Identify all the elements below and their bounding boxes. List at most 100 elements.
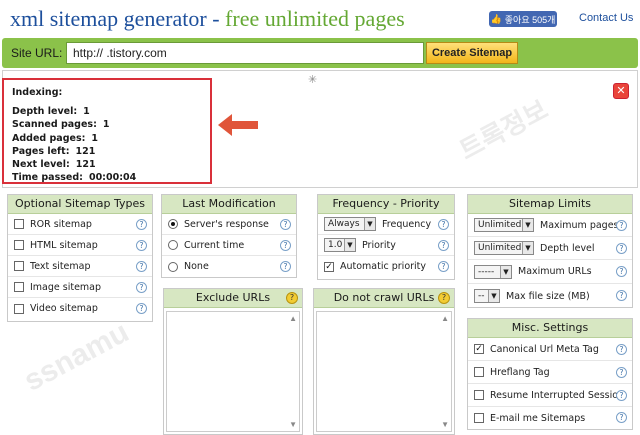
indexing-heading: Indexing:: [12, 87, 63, 98]
automatic-priority-option[interactable]: ✓ Automatic priority ?: [318, 256, 454, 277]
contact-us-link[interactable]: Contact Us: [579, 12, 633, 24]
scroll-up-icon[interactable]: ▲: [289, 314, 297, 323]
help-icon[interactable]: ?: [616, 390, 627, 401]
fb-like-count: 좋아요 505개: [504, 14, 556, 25]
help-icon[interactable]: ?: [136, 261, 147, 272]
checkbox[interactable]: [14, 303, 24, 314]
indexing-row: Scanned pages: 1: [12, 119, 110, 131]
sitemap-limits-panel: Sitemap Limits Unlimited ▼ Maximum pages …: [467, 194, 633, 308]
site-url-input[interactable]: http:// .tistory.com: [66, 42, 424, 64]
help-icon[interactable]: ?: [280, 240, 291, 251]
last-modification-panel: Last Modification Server's response? Cur…: [161, 194, 297, 278]
checkbox[interactable]: [14, 240, 24, 250]
help-icon[interactable]: ?: [616, 412, 627, 423]
indexing-row: Pages left: 121: [12, 145, 96, 157]
help-icon[interactable]: ?: [438, 219, 449, 230]
close-icon[interactable]: ✕: [613, 83, 629, 99]
email-sitemaps-option[interactable]: E-mail me Sitemaps?: [468, 407, 632, 429]
help-icon[interactable]: ?: [616, 367, 627, 378]
hreflang-option[interactable]: Hreflang Tag?: [468, 361, 632, 384]
panel-title: Do not crawl URLs?: [314, 289, 454, 308]
radio-button[interactable]: [168, 261, 178, 272]
frequency-row: Always ▼ Frequency ?: [318, 214, 454, 235]
scroll-up-icon[interactable]: ▲: [441, 314, 449, 323]
radio-button[interactable]: [168, 240, 178, 250]
thumbs-up-icon: 👍: [490, 13, 502, 24]
chevron-down-icon: ▼: [344, 239, 355, 251]
max-file-size-row: -- ▼ Max file size (MB) ?: [468, 284, 632, 308]
help-icon[interactable]: ?: [280, 219, 291, 230]
help-icon[interactable]: ?: [616, 220, 627, 231]
scroll-down-icon[interactable]: ▼: [289, 420, 297, 429]
checkbox[interactable]: [14, 219, 24, 229]
exclude-urls-panel: Exclude URLs? ▲ ▼: [163, 288, 303, 435]
ror-sitemap-option[interactable]: ROR sitemap?: [8, 214, 152, 235]
frequency-select[interactable]: Always ▼: [324, 217, 376, 231]
help-icon[interactable]: ?: [616, 266, 627, 277]
current-time-option[interactable]: Current time?: [162, 235, 296, 256]
help-icon[interactable]: ?: [280, 261, 291, 272]
indexing-row: Depth level: 1: [12, 106, 90, 118]
panel-title: Misc. Settings: [468, 319, 632, 338]
loading-spinner-icon: ✳: [308, 74, 318, 86]
depth-level-row: Unlimited ▼ Depth level ?: [468, 237, 632, 260]
chevron-down-icon: ▼: [522, 219, 533, 231]
indexing-status-box: Indexing: Depth level: 1 Scanned pages: 1 …: [2, 78, 212, 184]
do-not-crawl-textarea[interactable]: ▲ ▼: [316, 311, 452, 432]
max-file-size-select[interactable]: -- ▼: [474, 289, 500, 303]
misc-settings-panel: Misc. Settings ✓ Canonical Url Meta Tag? …: [467, 318, 633, 430]
checkbox[interactable]: [474, 390, 484, 400]
arrow-left-icon: [218, 114, 258, 136]
checkbox[interactable]: [14, 282, 24, 292]
checkbox[interactable]: [14, 261, 24, 271]
max-pages-select[interactable]: Unlimited ▼: [474, 218, 534, 232]
title-part-2: free unlimited pages: [225, 6, 405, 31]
help-icon[interactable]: ?: [438, 240, 449, 251]
optional-sitemap-types-panel: Optional Sitemap Types ROR sitemap? HTML…: [7, 194, 153, 322]
priority-select[interactable]: 1.0 ▼: [324, 238, 356, 252]
site-url-label: Site URL:: [11, 46, 63, 60]
do-not-crawl-urls-panel: Do not crawl URLs? ▲ ▼: [313, 288, 455, 435]
help-icon[interactable]: ?: [616, 290, 627, 301]
text-sitemap-option[interactable]: Text sitemap?: [8, 256, 152, 277]
help-icon[interactable]: ?: [616, 344, 627, 355]
frequency-priority-panel: Frequency - Priority Always ▼ Frequency ?…: [317, 194, 455, 280]
help-icon[interactable]: ?: [286, 292, 298, 304]
header: xml sitemap generator - free unlimited p…: [0, 0, 640, 38]
help-icon[interactable]: ?: [136, 219, 147, 230]
html-sitemap-option[interactable]: HTML sitemap?: [8, 235, 152, 256]
max-urls-select[interactable]: ----- ▼: [474, 264, 512, 279]
checkbox-checked[interactable]: ✓: [324, 261, 334, 272]
indexing-row: Time passed: 00:00:04: [12, 172, 137, 184]
title-part-1: xml sitemap generator -: [10, 6, 226, 31]
none-option[interactable]: None?: [162, 256, 296, 277]
exclude-urls-textarea[interactable]: ▲ ▼: [166, 311, 300, 432]
site-title: xml sitemap generator - free unlimited p…: [10, 6, 405, 32]
url-bar: Site URL: http:// .tistory.com Create Si…: [2, 38, 638, 68]
help-icon[interactable]: ?: [136, 240, 147, 251]
radio-button[interactable]: [168, 219, 178, 229]
help-icon[interactable]: ?: [438, 261, 449, 272]
canonical-url-option[interactable]: ✓ Canonical Url Meta Tag?: [468, 338, 632, 361]
checkbox[interactable]: [474, 367, 484, 377]
help-icon[interactable]: ?: [136, 303, 147, 314]
video-sitemap-option[interactable]: Video sitemap?: [8, 298, 152, 319]
chevron-down-icon: ▼: [522, 242, 533, 254]
help-icon[interactable]: ?: [616, 243, 627, 254]
chevron-down-icon: ▼: [364, 218, 375, 230]
servers-response-option[interactable]: Server's response?: [162, 214, 296, 235]
checkbox-checked[interactable]: ✓: [474, 344, 484, 354]
panel-title: Last Modification: [162, 195, 296, 214]
checkbox[interactable]: [474, 413, 484, 423]
facebook-like-button[interactable]: 👍 좋아요 505개: [489, 11, 557, 27]
chevron-down-icon: ▼: [488, 290, 499, 302]
image-sitemap-option[interactable]: Image sitemap?: [8, 277, 152, 298]
resume-session-option[interactable]: Resume Interrupted Session?: [468, 384, 632, 407]
help-icon[interactable]: ?: [136, 282, 147, 293]
panel-title: Sitemap Limits: [468, 195, 632, 214]
depth-level-select[interactable]: Unlimited ▼: [474, 241, 534, 255]
help-icon[interactable]: ?: [438, 292, 450, 304]
chevron-down-icon: ▼: [500, 265, 511, 278]
scroll-down-icon[interactable]: ▼: [441, 420, 449, 429]
create-sitemap-button[interactable]: Create Sitemap: [426, 42, 518, 64]
